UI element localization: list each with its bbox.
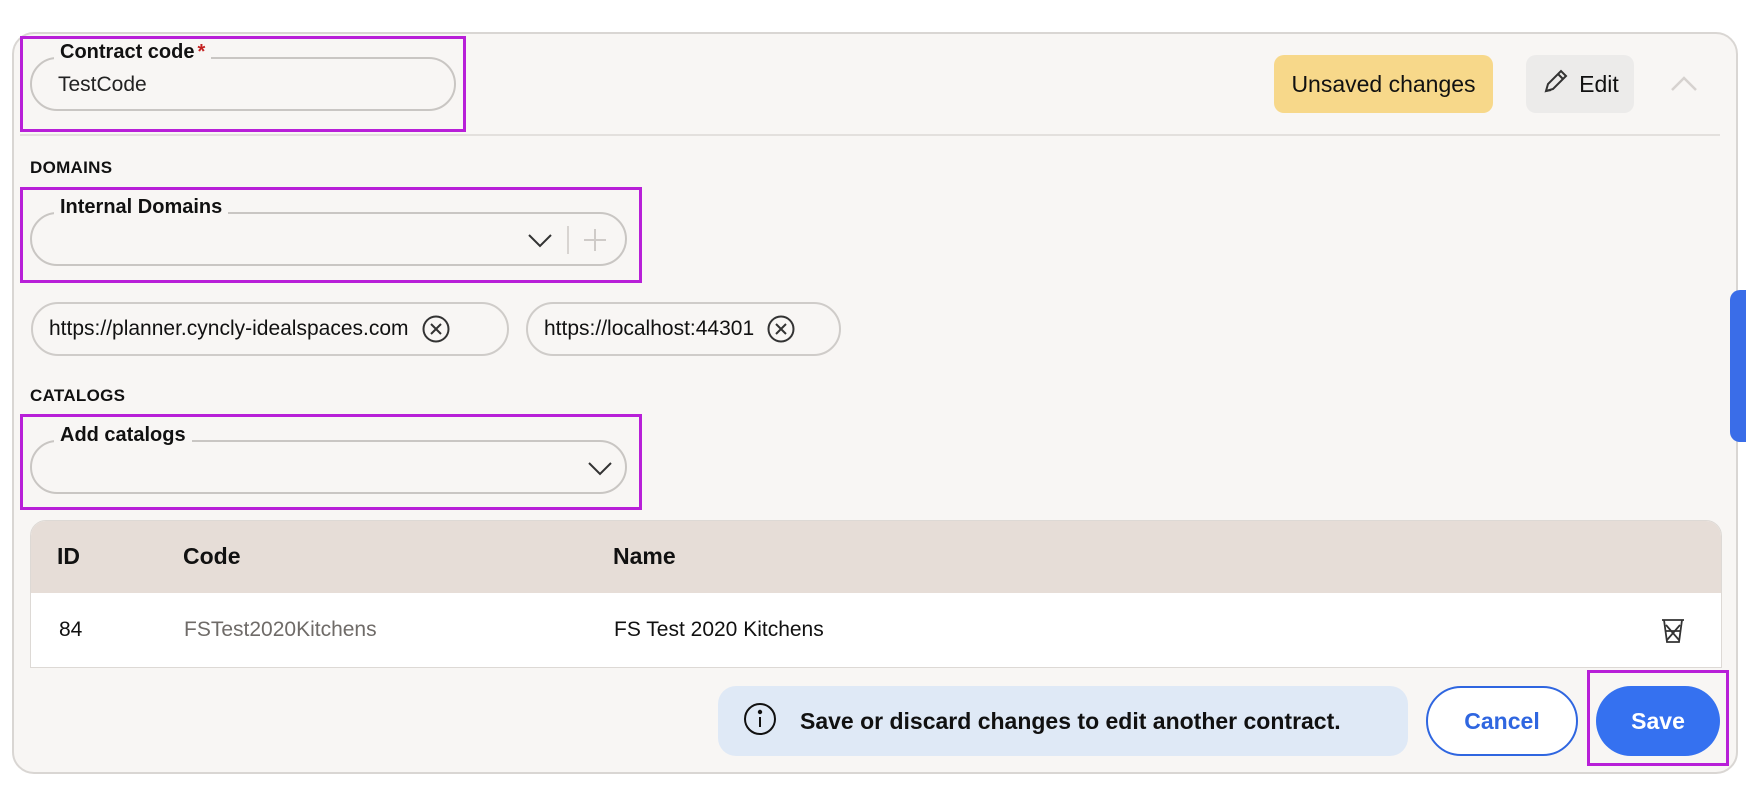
remove-circle-icon[interactable]: [766, 314, 796, 344]
info-icon: [742, 701, 778, 742]
table-header: ID Code Name: [31, 521, 1721, 593]
save-button[interactable]: Save: [1596, 686, 1720, 756]
contract-code-field[interactable]: Contract code * TestCode: [30, 40, 456, 111]
table-row[interactable]: 84 FSTest2020Kitchens FS Test 2020 Kitch…: [31, 593, 1721, 667]
contract-code-value[interactable]: TestCode: [58, 73, 147, 97]
catalogs-table: ID Code Name 84 FSTest2020Kitchens FS Te…: [30, 520, 1722, 668]
edit-label: Edit: [1579, 70, 1619, 97]
domain-chip-label: https://localhost:44301: [544, 317, 755, 340]
edit-button[interactable]: Edit: [1526, 55, 1634, 113]
cell-name: FS Test 2020 Kitchens: [614, 618, 824, 641]
internal-domains-field[interactable]: Internal Domains: [30, 195, 627, 266]
column-header-code[interactable]: Code: [183, 543, 241, 570]
field-separator: [567, 226, 569, 254]
domains-section-title: DOMAINS: [30, 158, 113, 177]
add-catalogs-label: Add catalogs: [54, 423, 192, 447]
internal-domains-label: Internal Domains: [54, 195, 229, 219]
column-header-id[interactable]: ID: [57, 543, 80, 570]
cell-id: 84: [59, 618, 83, 641]
chevron-down-icon[interactable]: [526, 228, 554, 257]
trash-icon[interactable]: [1659, 615, 1687, 645]
domain-chip: https://planner.cyncly-idealspaces.com: [31, 302, 509, 356]
add-domain-icon[interactable]: [582, 227, 608, 258]
catalogs-section-title: CATALOGS: [30, 386, 126, 405]
chevron-down-icon[interactable]: [586, 456, 614, 485]
domain-chip-label: https://planner.cyncly-idealspaces.com: [49, 317, 409, 340]
unsaved-changes-badge: Unsaved changes: [1274, 55, 1493, 113]
pencil-icon: [1541, 66, 1571, 102]
contract-code-label: Contract code *: [54, 40, 212, 64]
remove-circle-icon[interactable]: [421, 314, 451, 344]
cell-code: FSTest2020Kitchens: [184, 618, 377, 641]
add-catalogs-field[interactable]: Add catalogs: [30, 423, 627, 494]
side-tab[interactable]: [1730, 290, 1746, 442]
collapse-chevron-icon[interactable]: [1664, 66, 1704, 102]
header-divider: [20, 134, 1720, 136]
required-marker: *: [197, 41, 206, 63]
info-text: Save or discard changes to edit another …: [800, 707, 1341, 734]
info-banner: Save or discard changes to edit another …: [718, 686, 1408, 756]
column-header-name[interactable]: Name: [613, 543, 676, 570]
domain-chip: https://localhost:44301: [526, 302, 841, 356]
cancel-button[interactable]: Cancel: [1426, 686, 1578, 756]
